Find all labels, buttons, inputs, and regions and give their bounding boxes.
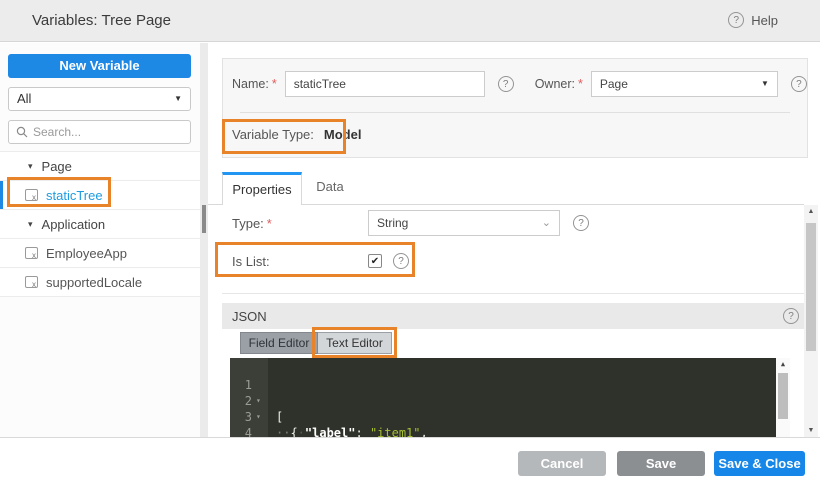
name-label: Name: xyxy=(232,77,269,91)
is-list-row: Is List: ✔ ? xyxy=(232,248,409,274)
is-list-checkbox[interactable]: ✔ xyxy=(368,254,382,268)
tree-group-label: Page xyxy=(41,158,72,174)
code-line: 1 ▾ [ xyxy=(244,378,284,424)
required-marker: * xyxy=(578,77,583,91)
caret-down-icon: ▼ xyxy=(760,79,769,88)
is-list-help-icon[interactable]: ? xyxy=(393,253,409,269)
help-button[interactable]: ? Help xyxy=(728,12,778,28)
search-icon xyxy=(16,126,28,138)
tab-properties[interactable]: Properties xyxy=(222,172,302,205)
json-code-editor[interactable]: 1 ▾ [ 2 ▾ ··{ 3 ····"label": "item1", 4 … xyxy=(230,358,790,437)
type-row: Type: * String ⌄ ? xyxy=(232,210,589,236)
selected-indicator-bar xyxy=(0,181,3,209)
name-help-icon[interactable]: ? xyxy=(497,76,514,92)
variables-dialog: Variables: Tree Page ? Help New Variable… xyxy=(0,0,820,491)
triangle-down-icon: ▾ xyxy=(28,218,33,229)
tree-item-supportedlocale[interactable]: x supportedLocale xyxy=(0,268,200,297)
search-input[interactable] xyxy=(33,125,183,139)
type-value: String xyxy=(377,216,409,230)
tree-group-label: Application xyxy=(41,216,106,232)
owner-label: Owner: xyxy=(534,77,575,91)
save-button[interactable]: Save xyxy=(617,451,705,476)
chevron-down-icon: ⌄ xyxy=(541,217,551,229)
new-variable-button[interactable]: New Variable xyxy=(8,54,191,78)
code-line: 4 ····"icon": "fa fa-align-left" xyxy=(244,426,252,437)
tab-data[interactable]: Data xyxy=(302,172,358,205)
tree-item-employeeapp[interactable]: x EmployeeApp xyxy=(0,239,200,268)
text-editor-button[interactable]: Text Editor xyxy=(318,332,392,354)
search-box xyxy=(8,120,191,144)
editor-mode-toggle: Field Editor Text Editor xyxy=(240,332,392,354)
tree-item-label: staticTree xyxy=(46,187,103,203)
editor-scrollbar-thumb[interactable] xyxy=(778,373,788,419)
variable-filter-value: All xyxy=(17,91,32,106)
help-circle-icon: ? xyxy=(728,12,745,28)
sidebar-scrollbar-thumb[interactable] xyxy=(202,205,206,233)
editor-scrollbar[interactable]: ▲ xyxy=(776,358,790,437)
variable-type-value: Model xyxy=(323,127,362,142)
variable-type-row: Variable Type: Model xyxy=(232,127,361,142)
variable-tree: ▾ Page x staticTree ▾ Application x Empl… xyxy=(0,151,200,297)
owner-select[interactable]: Page ▼ xyxy=(590,71,778,97)
scroll-down-icon[interactable]: ▼ xyxy=(804,427,818,434)
help-label: Help xyxy=(751,12,778,28)
save-and-close-button[interactable]: Save & Close xyxy=(714,451,805,476)
cancel-button[interactable]: Cancel xyxy=(518,451,606,476)
is-list-label: Is List: xyxy=(232,253,270,269)
code-line: 2 ▾ ··{ xyxy=(244,394,298,437)
dialog-header: Variables: Tree Page ? Help xyxy=(0,0,820,42)
variable-icon: x xyxy=(25,189,38,202)
scroll-up-icon[interactable]: ▲ xyxy=(804,208,818,215)
properties-data-tabs: Properties Data xyxy=(208,172,804,205)
tree-item-label: EmployeeApp xyxy=(46,245,127,261)
tree-item-label: supportedLocale xyxy=(46,274,143,290)
variable-icon: x xyxy=(25,247,38,260)
name-owner-row: Name: * ? Owner: * Page ▼ ? xyxy=(232,71,807,97)
json-help-icon[interactable]: ? xyxy=(783,308,799,324)
json-section-title: JSON xyxy=(232,308,267,324)
section-divider xyxy=(222,293,804,294)
owner-help-icon[interactable]: ? xyxy=(790,76,807,92)
panel-scrollbar[interactable]: ▲ ▼ xyxy=(804,205,818,437)
panel-scrollbar-thumb[interactable] xyxy=(806,223,816,351)
field-editor-button[interactable]: Field Editor xyxy=(240,332,318,354)
required-marker: * xyxy=(266,215,272,231)
name-input[interactable] xyxy=(284,71,485,97)
dialog-footer: Cancel Save Save & Close xyxy=(0,437,820,491)
caret-down-icon: ▼ xyxy=(174,94,182,103)
variable-type-label: Variable Type: xyxy=(232,127,314,142)
code-line: 3 ····"label": "item1", xyxy=(244,410,428,437)
tree-group-application[interactable]: ▾ Application xyxy=(0,210,200,239)
variables-sidebar: New Variable All ▼ ▾ Page x staticTree ▾… xyxy=(0,43,200,437)
json-section-header: JSON ? xyxy=(222,303,808,329)
code-line: 5 ··} xyxy=(230,425,790,437)
variable-filter-select[interactable]: All ▼ xyxy=(8,87,191,111)
tree-item-statictree[interactable]: x staticTree xyxy=(0,181,200,210)
required-marker: * xyxy=(271,77,277,91)
sidebar-divider xyxy=(200,43,208,437)
triangle-down-icon: ▾ xyxy=(28,160,33,171)
type-label: Type: * xyxy=(232,215,272,231)
dialog-title: Variables: Tree Page xyxy=(32,12,171,29)
variable-icon: x xyxy=(25,276,38,289)
type-help-icon[interactable]: ? xyxy=(573,215,589,231)
scroll-up-icon[interactable]: ▲ xyxy=(776,360,790,368)
tree-group-page[interactable]: ▾ Page xyxy=(0,152,200,181)
info-divider xyxy=(240,112,790,113)
check-icon: ✔ xyxy=(370,255,380,267)
owner-value: Page xyxy=(599,77,628,91)
type-select[interactable]: String ⌄ xyxy=(368,210,560,236)
